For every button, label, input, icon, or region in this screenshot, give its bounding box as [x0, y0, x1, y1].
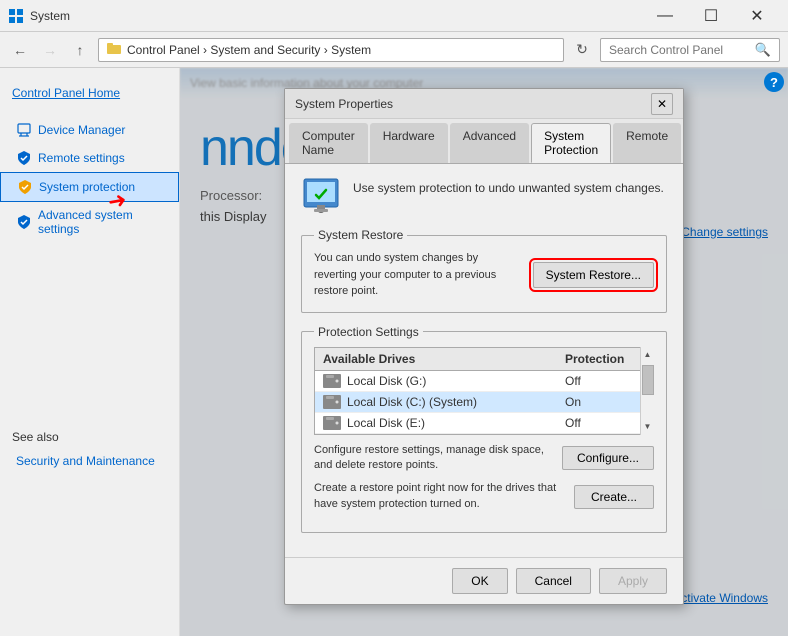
remote-settings-icon: [16, 150, 32, 166]
restore-desc: You can undo system changes by reverting…: [314, 250, 517, 300]
col-drive-header: Available Drives: [323, 352, 565, 366]
drive-protection-g: Off: [565, 374, 645, 388]
system-restore-button[interactable]: System Restore...: [533, 262, 654, 288]
refresh-button[interactable]: ↻: [570, 38, 594, 62]
sidebar-item-device-manager[interactable]: Device Manager: [0, 116, 179, 144]
drive-name-c: Local Disk (C:) (System): [347, 395, 565, 409]
table-scrollbar[interactable]: ▲ ▼: [640, 347, 654, 435]
dialog-title-bar: System Properties ✕: [285, 89, 683, 119]
device-manager-icon: [16, 122, 32, 138]
sidebar-item-device-manager-label: Device Manager: [38, 123, 125, 137]
sidebar-item-security-maintenance[interactable]: Security and Maintenance: [0, 448, 179, 474]
title-bar: System — ☐ ✕: [0, 0, 788, 32]
search-input[interactable]: [609, 43, 755, 57]
dialog-close-button[interactable]: ✕: [651, 93, 673, 115]
system-protection-icon: [17, 179, 33, 195]
protection-desc-icon: [301, 176, 341, 216]
protection-description: Use system protection to undo unwanted s…: [301, 176, 667, 216]
scrollbar-thumb[interactable]: [642, 365, 654, 395]
restore-row: You can undo system changes by reverting…: [314, 250, 654, 300]
protection-settings-legend: Protection Settings: [314, 325, 423, 339]
protection-desc-text: Use system protection to undo unwanted s…: [353, 176, 664, 197]
ok-button[interactable]: OK: [452, 568, 507, 594]
main-content: Control Panel Home Device Manager Remote…: [0, 68, 788, 636]
search-box[interactable]: 🔍: [600, 38, 780, 62]
close-button[interactable]: ✕: [734, 0, 780, 32]
forward-button[interactable]: →: [38, 38, 62, 62]
scrollbar-track: [641, 363, 654, 419]
security-maintenance-label: Security and Maintenance: [16, 454, 155, 468]
sidebar-item-advanced-system-settings-label: Advanced system settings: [38, 208, 167, 236]
drive-row-e[interactable]: Local Disk (E:) Off: [315, 413, 653, 434]
path-icon: [107, 41, 121, 58]
tab-advanced[interactable]: Advanced: [450, 123, 529, 163]
dialog-overlay: System Properties ✕ Computer Name Hardwa…: [180, 68, 788, 636]
window-icon: [8, 8, 24, 24]
table-header: Available Drives Protection: [315, 348, 653, 371]
see-also-title: See also: [0, 422, 179, 448]
maximize-button[interactable]: ☐: [688, 0, 734, 32]
minimize-button[interactable]: —: [642, 0, 688, 32]
drive-protection-e: Off: [565, 416, 645, 430]
search-icon: 🔍: [755, 42, 771, 58]
up-button[interactable]: ↑: [68, 38, 92, 62]
scrollbar-down-arrow[interactable]: ▼: [641, 419, 654, 435]
window-controls: — ☐ ✕: [642, 0, 780, 32]
drive-name-g: Local Disk (G:): [347, 374, 565, 388]
system-restore-section: System Restore You can undo system chang…: [301, 228, 667, 313]
sidebar-item-system-protection-label: System protection: [39, 180, 135, 194]
apply-button[interactable]: Apply: [599, 568, 667, 594]
configure-desc: Configure restore settings, manage disk …: [314, 443, 546, 474]
col-protection-header: Protection: [565, 352, 645, 366]
drive-icon-e: [323, 416, 341, 430]
sidebar: Control Panel Home Device Manager Remote…: [0, 68, 180, 636]
tab-hardware[interactable]: Hardware: [370, 123, 448, 163]
sidebar-item-system-protection[interactable]: System protection: [0, 172, 179, 202]
drive-row-c[interactable]: Local Disk (C:) (System) On: [315, 392, 653, 413]
system-restore-legend: System Restore: [314, 228, 407, 242]
configure-row: Configure restore settings, manage disk …: [314, 443, 654, 474]
drive-name-e: Local Disk (E:): [347, 416, 565, 430]
cancel-button[interactable]: Cancel: [516, 568, 591, 594]
dialog-tabs: Computer Name Hardware Advanced System P…: [285, 119, 683, 164]
system-properties-dialog: System Properties ✕ Computer Name Hardwa…: [284, 88, 684, 605]
create-button[interactable]: Create...: [574, 485, 654, 509]
create-desc: Create a restore point right now for the…: [314, 481, 558, 512]
tab-computer-name[interactable]: Computer Name: [289, 123, 368, 163]
protection-settings-section: Protection Settings Available Drives Pro…: [301, 325, 667, 534]
main-panel: View basic information about your comput…: [180, 68, 788, 636]
sidebar-item-remote-settings[interactable]: Remote settings: [0, 144, 179, 172]
create-row: Create a restore point right now for the…: [314, 481, 654, 512]
drives-table-wrapper: Available Drives Protection Local Disk (…: [314, 347, 654, 435]
tab-remote[interactable]: Remote: [613, 123, 681, 163]
drive-protection-c: On: [565, 395, 645, 409]
dialog-footer: OK Cancel Apply: [285, 557, 683, 604]
help-icon[interactable]: ?: [764, 72, 784, 92]
dialog-content: Use system protection to undo unwanted s…: [285, 164, 683, 557]
drive-icon-c: [323, 395, 341, 409]
drive-row-g[interactable]: Local Disk (G:) Off: [315, 371, 653, 392]
dialog-title: System Properties: [295, 97, 651, 111]
address-bar: ← → ↑ Control Panel › System and Securit…: [0, 32, 788, 68]
tab-system-protection[interactable]: System Protection: [531, 123, 611, 163]
drive-icon-g: [323, 374, 341, 388]
drives-table: Available Drives Protection Local Disk (…: [314, 347, 654, 435]
advanced-system-settings-icon: [16, 214, 32, 230]
scrollbar-up-arrow[interactable]: ▲: [641, 347, 654, 363]
table-scroll[interactable]: Local Disk (G:) Off Local Disk (C:) (Sys…: [315, 371, 653, 434]
configure-button[interactable]: Configure...: [562, 446, 654, 470]
path-text: Control Panel › System and Security › Sy…: [127, 43, 371, 57]
sidebar-home[interactable]: Control Panel Home: [0, 80, 179, 106]
sidebar-item-advanced-system-settings[interactable]: Advanced system settings: [0, 202, 179, 242]
sidebar-item-remote-settings-label: Remote settings: [38, 151, 125, 165]
window-title: System: [30, 9, 642, 23]
address-path[interactable]: Control Panel › System and Security › Sy…: [98, 38, 564, 62]
back-button[interactable]: ←: [8, 38, 32, 62]
